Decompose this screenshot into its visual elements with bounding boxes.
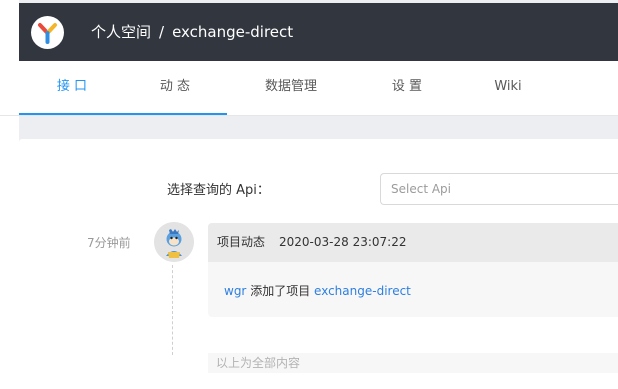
active-tab-indicator xyxy=(19,113,227,115)
activity-project-link[interactable]: exchange-direct xyxy=(314,284,411,298)
project-tabs: 接 口 动 态 数据管理 设 置 Wiki xyxy=(0,61,618,116)
activity-type: 项目动态 xyxy=(217,235,266,249)
activity-action-text: 添加了项目 xyxy=(246,284,315,298)
yapi-logo-icon[interactable] xyxy=(31,16,64,49)
tab-interface[interactable]: 接 口 xyxy=(19,61,125,116)
breadcrumb-separator: / xyxy=(159,23,165,41)
breadcrumb-space[interactable]: 个人空间 xyxy=(91,23,151,41)
timeline-connector xyxy=(172,265,173,355)
breadcrumb: 个人空间 / exchange-direct xyxy=(91,3,293,61)
breadcrumb-project[interactable]: exchange-direct xyxy=(172,23,293,41)
activity-timestamp: 2020-03-28 23:07:22 xyxy=(279,235,407,249)
timeline-time-ago: 7分钟前 xyxy=(87,236,131,250)
tab-activity[interactable]: 动 态 xyxy=(123,61,227,116)
tab-settings[interactable]: 设 置 xyxy=(355,61,459,116)
activity-description: wgr 添加了项目 exchange-direct xyxy=(224,282,411,299)
api-select[interactable]: Select Api xyxy=(380,173,618,205)
activity-card: 项目动态 2020-03-28 23:07:22 wgr 添加了项目 exchan… xyxy=(208,223,618,317)
activity-user-link[interactable]: wgr xyxy=(224,284,246,298)
left-gutter xyxy=(0,0,19,389)
end-of-list-note: 以上为全部内容 xyxy=(208,353,618,373)
tab-data-management[interactable]: 数据管理 xyxy=(230,61,352,116)
top-header: 个人空间 / exchange-direct xyxy=(19,3,618,61)
tab-wiki[interactable]: Wiki xyxy=(458,61,558,116)
api-filter-label: 选择查询的 Api： xyxy=(167,183,270,198)
activity-panel: 选择查询的 Api： Select Api 7分钟前 项目动态 2020-03-2… xyxy=(19,139,618,389)
activity-card-header: 项目动态 2020-03-28 23:07:22 xyxy=(208,223,618,262)
user-avatar[interactable] xyxy=(154,222,194,262)
